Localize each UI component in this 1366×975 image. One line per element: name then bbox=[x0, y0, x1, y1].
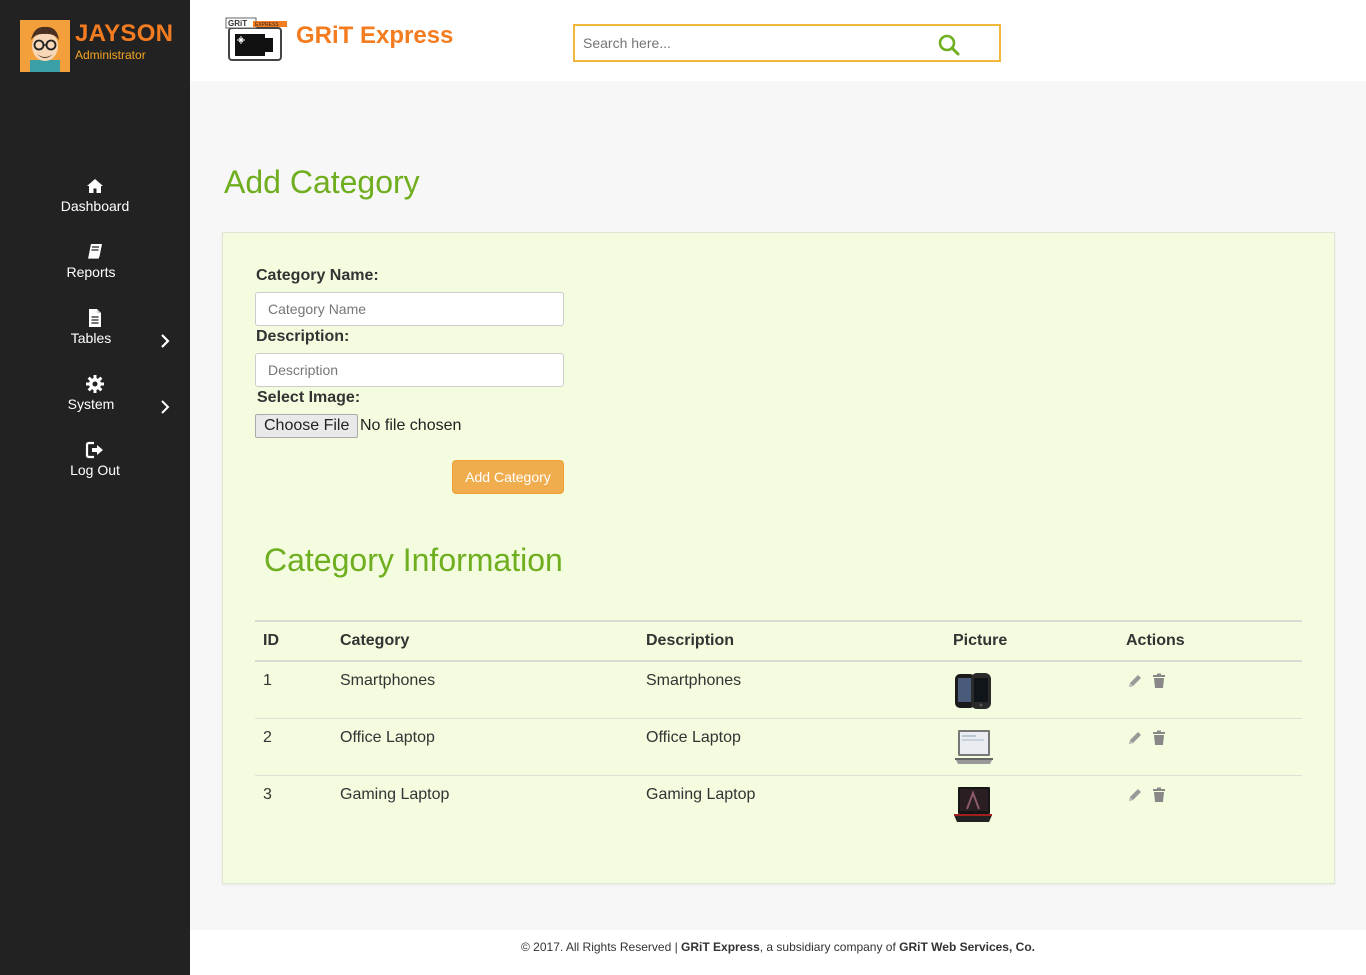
category-name-input[interactable] bbox=[255, 292, 564, 326]
sidebar-item-logout[interactable]: Log Out bbox=[0, 440, 190, 506]
office-laptop-thumbnail bbox=[955, 729, 993, 764]
choose-file-button[interactable]: Choose File bbox=[255, 414, 359, 438]
top-header: GRiT EXPRESS GRiT Express bbox=[190, 0, 1366, 81]
cell-description: Smartphones bbox=[638, 661, 945, 719]
search-box bbox=[573, 24, 1001, 62]
page-title: Add Category bbox=[224, 164, 420, 200]
description-input[interactable] bbox=[255, 353, 564, 387]
column-header-id: ID bbox=[255, 620, 332, 662]
description-label: Description: bbox=[256, 328, 350, 345]
select-image-label: Select Image: bbox=[257, 389, 361, 406]
table-header-row: ID Category Description Picture Actions bbox=[255, 620, 1302, 662]
delete-icon[interactable] bbox=[1150, 672, 1168, 690]
delete-icon[interactable] bbox=[1150, 786, 1168, 804]
footer: © 2017. All Rights Reserved | GRiT Expre… bbox=[190, 930, 1366, 975]
search-icon[interactable] bbox=[937, 33, 961, 57]
column-header-category: Category bbox=[332, 620, 638, 662]
avatar bbox=[20, 20, 70, 72]
footer-middle: , a subsidiary company of bbox=[759, 940, 900, 954]
profile-name: JAYSON bbox=[75, 20, 174, 47]
cell-category: Smartphones bbox=[332, 661, 638, 719]
edit-icon[interactable] bbox=[1126, 729, 1144, 747]
smartphones-thumbnail bbox=[955, 673, 991, 709]
cell-category: Gaming Laptop bbox=[340, 785, 450, 803]
delete-icon[interactable] bbox=[1150, 729, 1168, 747]
gaming-laptop-thumbnail bbox=[954, 786, 992, 822]
cell-actions bbox=[1118, 775, 1302, 832]
cell-description: Office Laptop bbox=[638, 718, 945, 776]
profile-role: Administrator bbox=[75, 48, 146, 62]
cell-actions bbox=[1118, 718, 1302, 776]
category-name-label: Category Name: bbox=[256, 267, 379, 284]
sidebar: JAYSON Administrator Dashboard Reports T… bbox=[0, 0, 190, 975]
category-table: ID Category Description Picture Actions … bbox=[255, 620, 1302, 832]
edit-icon[interactable] bbox=[1126, 786, 1144, 804]
cell-picture bbox=[945, 661, 1118, 719]
add-category-panel: Category Name: Description: Select Image… bbox=[222, 232, 1335, 884]
footer-brand: GRiT Express bbox=[681, 940, 760, 954]
cell-id: 2 bbox=[255, 718, 332, 776]
category-information-title: Category Information bbox=[264, 542, 563, 578]
cell-actions bbox=[1118, 661, 1302, 719]
grit-logo[interactable]: GRiT EXPRESS bbox=[225, 16, 289, 64]
book-icon bbox=[88, 244, 102, 260]
cell-picture bbox=[945, 775, 1118, 832]
sidebar-item-tables[interactable]: Tables bbox=[0, 308, 190, 374]
table-row: 3 Gaming Laptop Gaming Laptop bbox=[255, 775, 1302, 832]
file-status-text: No file chosen bbox=[360, 417, 462, 434]
sidebar-item-reports[interactable]: Reports bbox=[0, 242, 190, 348]
brand-name[interactable]: GRiT Express bbox=[296, 22, 453, 50]
file-icon bbox=[89, 309, 101, 327]
cell-description: Gaming Laptop bbox=[646, 785, 756, 803]
logout-icon bbox=[85, 441, 103, 459]
sidebar-item-system[interactable]: System bbox=[0, 374, 190, 440]
cell-id: 1 bbox=[255, 661, 332, 719]
table-row: 1 Smartphones Smartphones bbox=[255, 661, 1302, 719]
column-header-picture: Picture bbox=[945, 620, 1118, 662]
footer-company: GRiT Web Services, Co. bbox=[899, 940, 1035, 954]
home-icon bbox=[87, 179, 103, 193]
add-category-button[interactable]: Add Category bbox=[452, 460, 564, 494]
chevron-right-icon bbox=[161, 400, 170, 414]
svg-text:EXPRESS: EXPRESS bbox=[255, 22, 279, 28]
sidebar-item-label: Log Out bbox=[70, 462, 120, 478]
cell-id: 3 bbox=[263, 785, 272, 803]
gear-icon bbox=[86, 375, 104, 393]
sidebar-item-dashboard[interactable]: Dashboard bbox=[0, 176, 190, 242]
sidebar-item-label: Reports bbox=[66, 264, 116, 280]
sidebar-item-label: Dashboard bbox=[60, 198, 130, 214]
footer-copyright: © 2017. All Rights Reserved | bbox=[521, 940, 682, 954]
sidebar-nav: Dashboard Reports Tables System Log Out bbox=[0, 176, 190, 506]
chevron-right-icon bbox=[161, 334, 170, 348]
cell-picture bbox=[945, 718, 1118, 776]
search-input[interactable] bbox=[575, 26, 915, 60]
cell-category: Office Laptop bbox=[332, 718, 638, 776]
user-profile: JAYSON Administrator bbox=[20, 20, 173, 72]
column-header-description: Description bbox=[638, 620, 945, 662]
edit-icon[interactable] bbox=[1126, 672, 1144, 690]
table-row: 2 Office Laptop Office Laptop bbox=[255, 718, 1302, 776]
svg-text:GRiT: GRiT bbox=[228, 19, 247, 28]
column-header-actions: Actions bbox=[1118, 620, 1302, 662]
